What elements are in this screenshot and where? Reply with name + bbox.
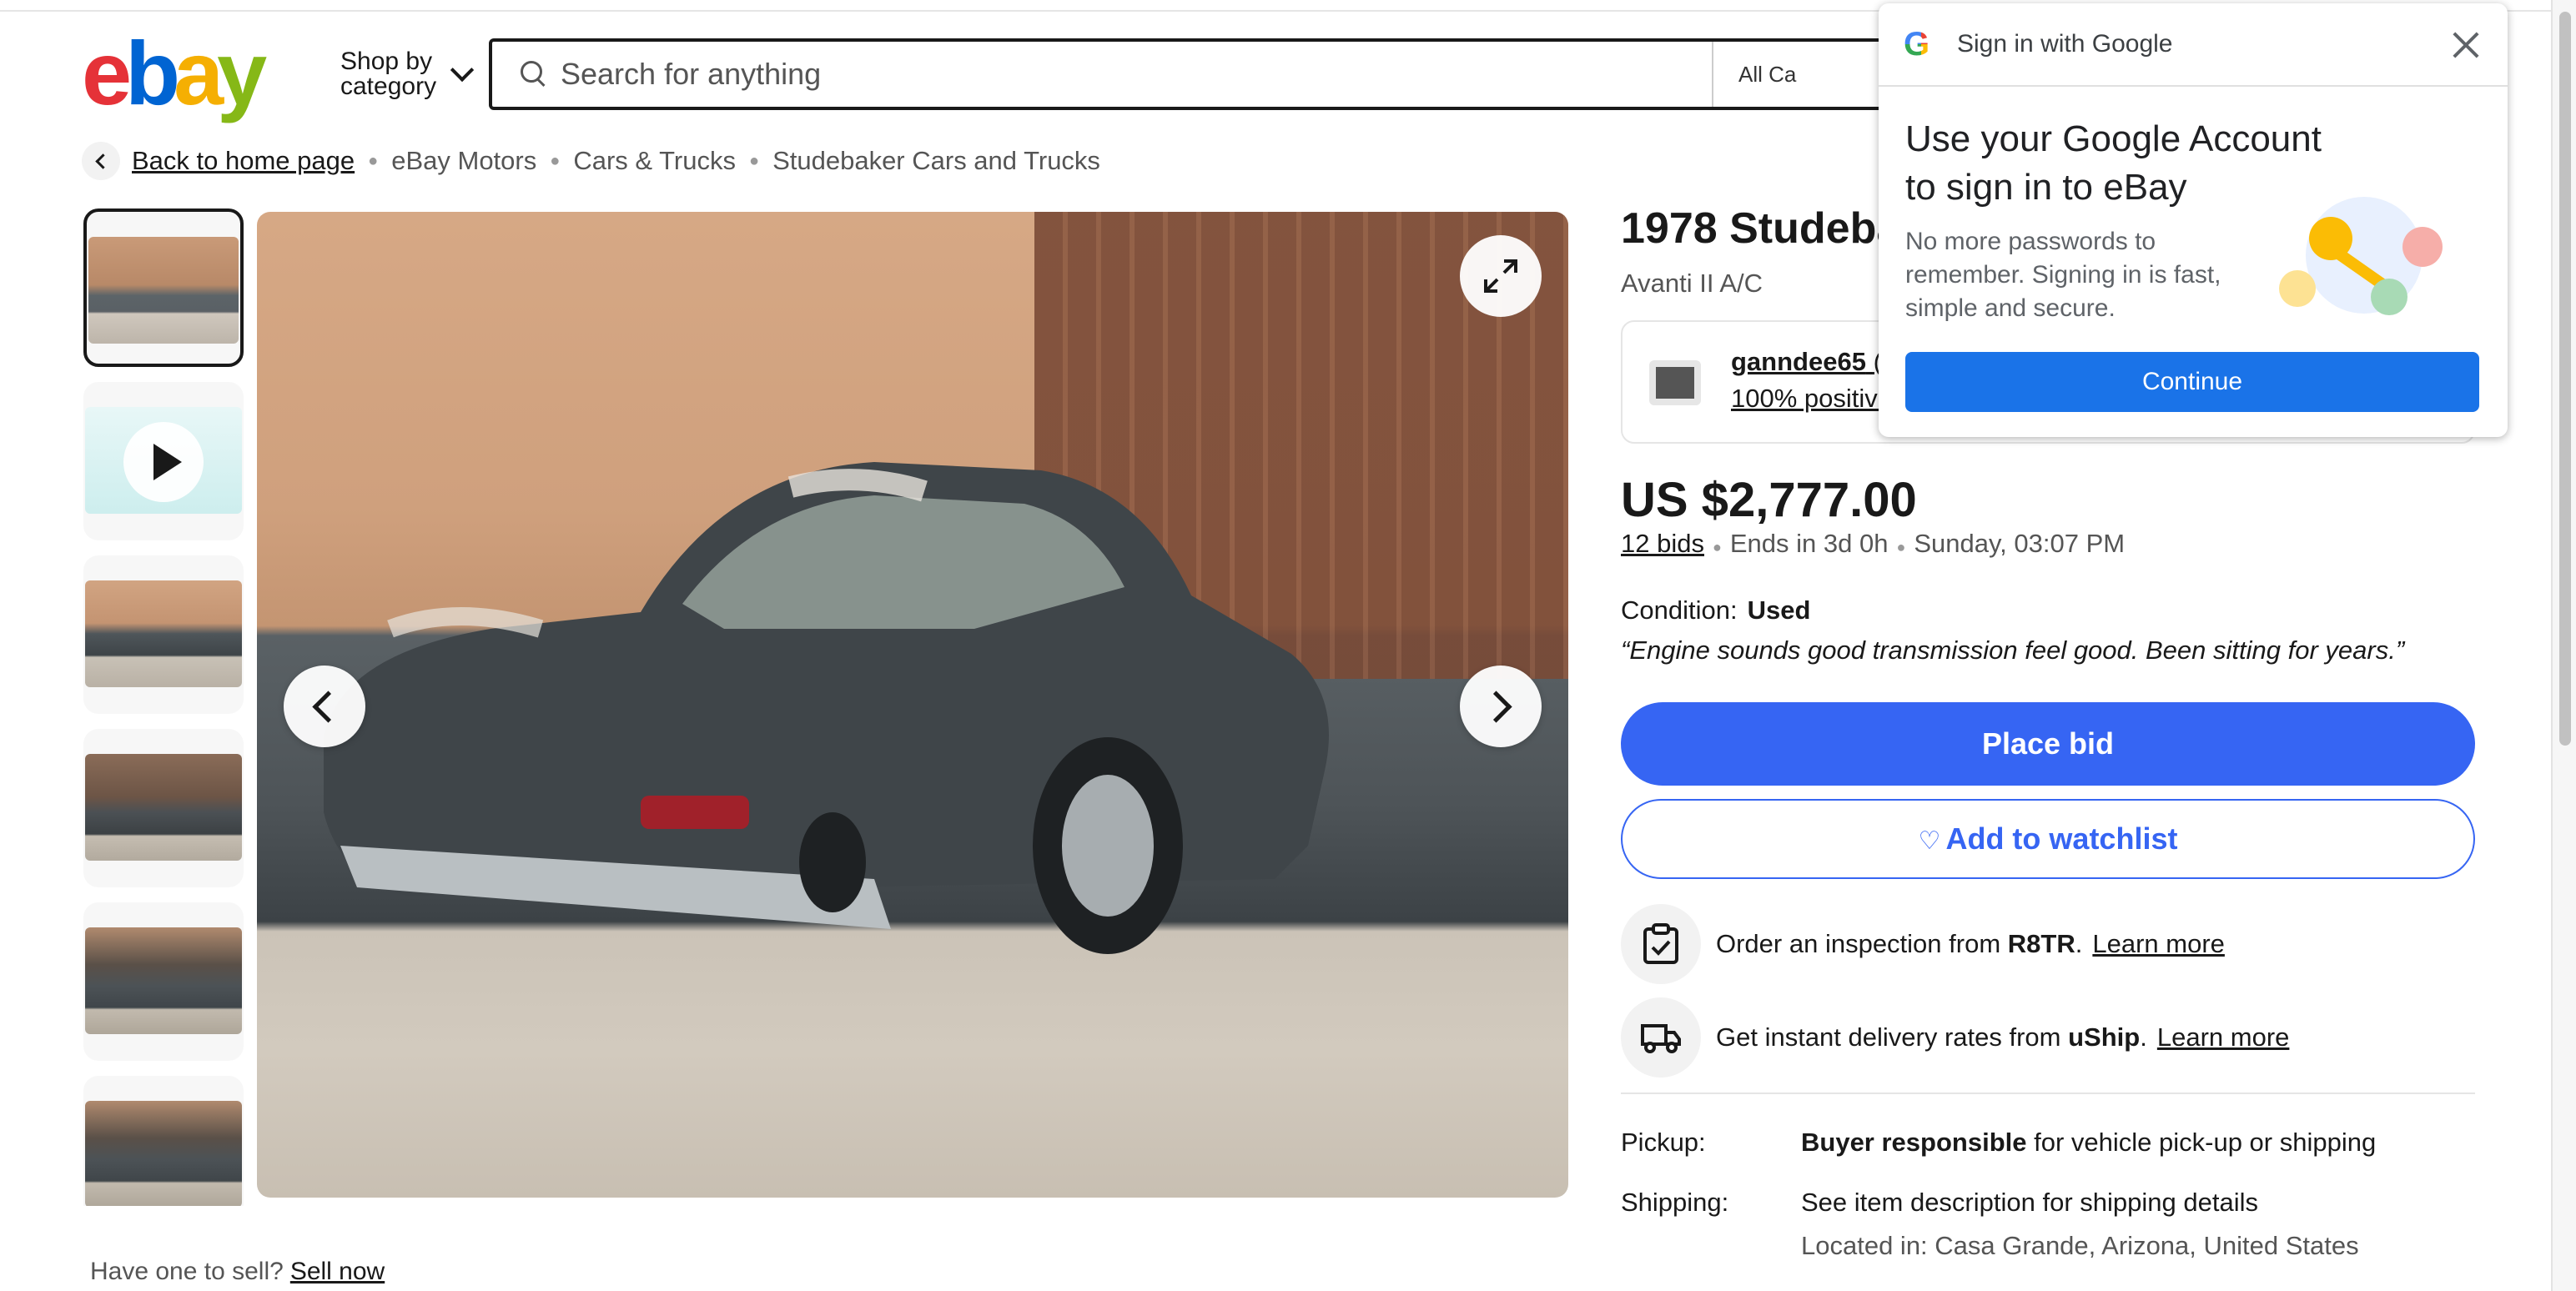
- page-scrollbar[interactable]: [2551, 0, 2576, 1291]
- place-bid-button[interactable]: Place bid: [1621, 702, 2475, 786]
- delivery-provider: uShip: [2068, 1022, 2141, 1052]
- thumbnail-image: [85, 754, 242, 861]
- back-arrow-icon[interactable]: [82, 142, 120, 180]
- divider: [1621, 1093, 2475, 1094]
- back-to-home-link[interactable]: Back to home page: [132, 146, 355, 176]
- bid-count-link[interactable]: 12 bids: [1621, 529, 1704, 558]
- chevron-down-icon: [450, 58, 475, 83]
- breadcrumb-ebay-motors[interactable]: eBay Motors: [391, 146, 536, 176]
- key-illustration-icon: [2279, 197, 2443, 315]
- shipping-label: Shipping:: [1621, 1188, 1729, 1217]
- sell-prompt: Have one to sell? Sell now: [90, 1258, 385, 1286]
- play-icon: [123, 422, 204, 502]
- separator: ●: [1896, 539, 1906, 555]
- heart-icon: ♡: [1918, 827, 1941, 855]
- breadcrumb-separator: ●: [368, 151, 379, 170]
- thumbnail-5[interactable]: [83, 902, 244, 1061]
- next-image-button[interactable]: [1460, 666, 1542, 747]
- thumbnail-6[interactable]: [83, 1076, 244, 1206]
- thumbnail-image: [85, 1101, 242, 1206]
- search-input[interactable]: [561, 57, 1712, 92]
- seller-avatar[interactable]: [1646, 354, 1704, 412]
- breadcrumb-separator: ●: [550, 151, 561, 170]
- search-bar: All Ca: [489, 38, 1924, 110]
- thumbnail-image: [88, 237, 239, 344]
- popup-header-text: Sign in with Google: [1957, 30, 2173, 58]
- expand-icon[interactable]: [1460, 235, 1542, 317]
- close-icon[interactable]: [2449, 28, 2483, 62]
- inspection-text: Order an inspection from: [1716, 929, 2001, 958]
- breadcrumb: Back to home page ● eBay Motors ● Cars &…: [82, 140, 1100, 182]
- bid-info: 12 bids ● Ends in 3d 0h ● Sunday, 03:07 PM: [1621, 529, 2125, 559]
- condition-row: Condition: Used: [1621, 595, 1810, 625]
- popup-header: G Sign in with Google: [1879, 3, 2508, 87]
- condition-label: Condition:: [1621, 595, 1738, 625]
- thumbnail-video[interactable]: [83, 382, 244, 540]
- item-location: Located in: Casa Grande, Arizona, United…: [1801, 1231, 2359, 1260]
- continue-button[interactable]: Continue: [1905, 352, 2479, 412]
- seller-notes: “Engine sounds good transmission feel go…: [1621, 635, 2405, 665]
- current-price: US $2,777.00: [1621, 473, 1917, 527]
- car-illustration: [324, 462, 1329, 954]
- breadcrumb-studebaker[interactable]: Studebaker Cars and Trucks: [772, 146, 1100, 176]
- inspection-row: Order an inspection from R8TR. Learn more: [1621, 904, 2225, 984]
- search-icon: [519, 59, 549, 89]
- breadcrumb-cars-trucks[interactable]: Cars & Trucks: [573, 146, 736, 176]
- inspection-provider: R8TR: [2007, 929, 2075, 958]
- truck-icon: [1621, 997, 1701, 1078]
- inspection-learn-more-link[interactable]: Learn more: [2092, 929, 2225, 959]
- end-time: Sunday, 03:07 PM: [1914, 529, 2126, 558]
- clipboard-check-icon: [1621, 904, 1701, 984]
- breadcrumb-separator: ●: [748, 151, 760, 170]
- sell-prompt-text: Have one to sell?: [90, 1258, 284, 1285]
- google-sign-in-popup: G Sign in with Google Use your Google Ac…: [1879, 3, 2508, 437]
- pickup-value: Buyer responsible for vehicle pick-up or…: [1801, 1128, 2377, 1157]
- thumbnail-image: [85, 580, 242, 687]
- main-listing-photo[interactable]: [257, 212, 1568, 1198]
- shipping-value: See item description for shipping detail…: [1801, 1188, 2258, 1217]
- scrollbar-thumb[interactable]: [2559, 12, 2571, 746]
- thumbnail-4[interactable]: [83, 729, 244, 887]
- previous-image-button[interactable]: [284, 666, 365, 747]
- thumbnail-1[interactable]: [83, 208, 244, 367]
- add-to-watchlist-button[interactable]: ♡ Add to watchlist: [1621, 799, 2475, 879]
- thumbnail-image: [85, 927, 242, 1034]
- shop-by-category-button[interactable]: Shop by category: [340, 47, 482, 102]
- separator: ●: [1712, 539, 1722, 555]
- thumbnail-3[interactable]: [83, 555, 244, 714]
- google-logo-icon: G: [1904, 27, 1939, 62]
- shop-by-category-label: Shop by category: [340, 48, 437, 100]
- popup-description: No more passwords to remember. Signing i…: [1905, 228, 2221, 322]
- delivery-text: Get instant delivery rates from: [1716, 1022, 2061, 1052]
- delivery-learn-more-link[interactable]: Learn more: [2157, 1022, 2290, 1052]
- delivery-row: Get instant delivery rates from uShip. Le…: [1621, 997, 2289, 1078]
- condition-value: Used: [1747, 595, 1811, 625]
- time-left: Ends in 3d 0h: [1729, 529, 1889, 558]
- listing-subtitle: Avanti II A/C: [1621, 269, 1763, 298]
- sell-now-link[interactable]: Sell now: [290, 1258, 385, 1285]
- seller-feedback-link[interactable]: 100% positive: [1731, 384, 1892, 414]
- seller-name-link[interactable]: ganndee65 (: [1731, 347, 1882, 377]
- thumbnail-strip: [83, 208, 244, 1206]
- ebay-logo[interactable]: ebay: [82, 28, 282, 118]
- pickup-label: Pickup:: [1621, 1128, 1706, 1157]
